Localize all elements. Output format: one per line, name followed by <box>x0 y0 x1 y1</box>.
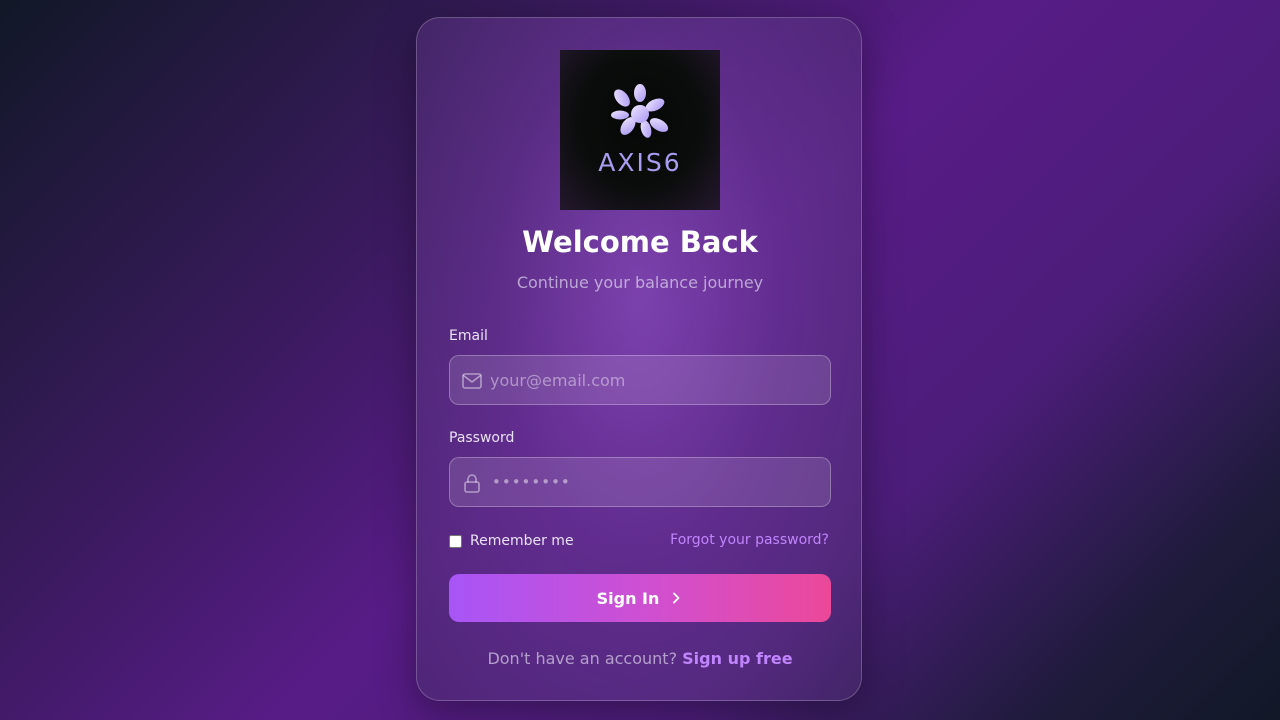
sign-in-button[interactable]: Sign In <box>449 574 831 622</box>
email-input[interactable] <box>490 356 820 404</box>
lock-icon <box>464 474 480 493</box>
page-subtitle: Continue your balance journey <box>516 273 764 292</box>
brand-logo-text: AXIS6 <box>598 148 682 177</box>
sign-up-link[interactable]: Sign up free <box>682 649 792 668</box>
chevron-right-icon <box>673 592 680 604</box>
forgot-password-link[interactable]: Forgot your password? <box>670 532 829 548</box>
login-card: AXIS6 Welcome Back Continue your balance… <box>416 17 862 701</box>
remember-me-checkbox[interactable] <box>449 534 462 548</box>
email-field-container[interactable] <box>449 355 831 405</box>
password-input[interactable]: •••••••• <box>492 473 571 491</box>
signup-prompt: Don't have an account? Sign up free <box>417 649 863 668</box>
remember-me-label: Remember me <box>470 533 574 549</box>
sign-in-label: Sign In <box>596 588 660 608</box>
remember-me-option[interactable]: Remember me <box>449 532 574 550</box>
password-label: Password <box>449 430 515 446</box>
signup-prompt-text: Don't have an account? <box>487 649 678 668</box>
six-petal-flower-icon <box>611 84 669 138</box>
brand-logo: AXIS6 <box>560 50 720 210</box>
password-field[interactable]: •••••••• <box>449 457 831 507</box>
page-title: Welcome Back <box>522 225 758 259</box>
email-label: Email <box>449 328 488 344</box>
mail-icon <box>462 373 482 389</box>
